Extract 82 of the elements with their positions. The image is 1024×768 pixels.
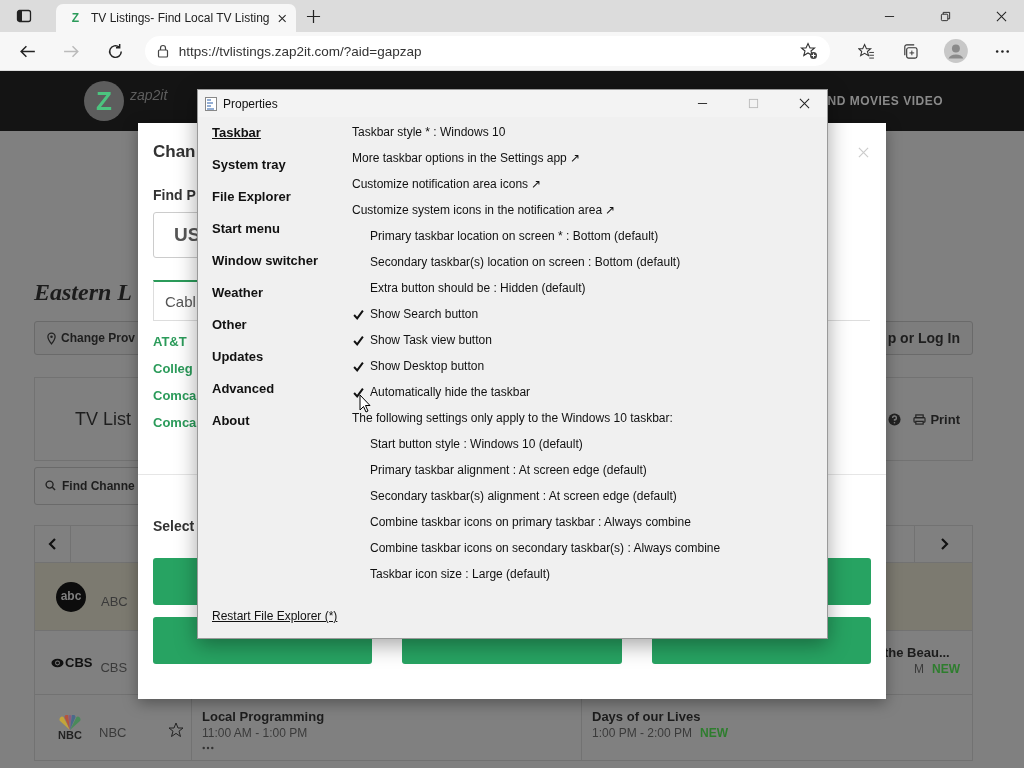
new-tab-icon[interactable]	[306, 8, 321, 24]
program-time: 11:00 AM - 1:00 PM	[202, 726, 308, 740]
star-icon[interactable]	[168, 722, 184, 738]
select-label: Select	[153, 518, 195, 534]
nav-item[interactable]: System tray	[212, 151, 352, 183]
nav-item[interactable]: Window switcher	[212, 247, 352, 279]
printer-icon	[913, 413, 927, 425]
help-icon[interactable]	[888, 412, 902, 426]
program-time: M	[914, 662, 924, 676]
setting-toggle[interactable]: Show Search button	[370, 307, 479, 321]
channel-logo: CBS	[51, 655, 93, 670]
tab-actions-icon[interactable]	[16, 8, 32, 24]
new-label: NEW	[932, 662, 960, 676]
refresh-icon[interactable]	[106, 42, 124, 60]
page-heading: Eastern L	[34, 279, 132, 307]
checkmark-icon[interactable]	[353, 360, 364, 372]
site-name: zap2it	[130, 87, 168, 103]
channel-name: CBS	[100, 660, 128, 675]
address-bar[interactable]: https://tvlistings.zap2it.com/?aid=gapzap	[144, 36, 831, 66]
location-pin-icon	[47, 331, 56, 345]
settings-link[interactable]: Customize system icons in the notification area ↗	[352, 203, 616, 217]
setting-option[interactable]: Combine taskbar icons on primary taskbar : Always combine	[370, 515, 691, 529]
program-time: 1:00 PM - 2:00 PM	[592, 726, 693, 740]
listings-title: TV List	[75, 408, 131, 430]
setting-option[interactable]: Secondary taskbar(s) alignment : At screen edge (default)	[370, 489, 677, 503]
close-icon[interactable]	[277, 13, 286, 23]
provider-link[interactable]: Colleg	[153, 361, 193, 377]
chevron-left-icon	[47, 537, 58, 551]
channel-name: NBC	[99, 725, 127, 740]
favicon: Z	[70, 10, 81, 26]
channel-name: ABC	[101, 594, 128, 609]
browser-tab[interactable]: Z TV Listings- Find Local TV Listing	[56, 4, 296, 32]
checkmark-icon[interactable]	[353, 386, 364, 398]
app-icon	[205, 96, 217, 111]
setting-option[interactable]: Primary taskbar location on screen * : Bottom (default)	[370, 229, 659, 243]
more-icon[interactable]	[202, 746, 214, 750]
nav-item[interactable]: Advanced	[212, 375, 352, 407]
nav-links[interactable]: ND MOVIES VIDEO	[827, 94, 943, 108]
settings-link[interactable]: More taskbar options in the Settings app ↗	[352, 151, 581, 165]
new-label: NEW	[700, 726, 729, 740]
nav-item[interactable]: File Explorer	[212, 183, 352, 215]
mouse-cursor-icon	[359, 394, 371, 413]
setting-option[interactable]: Extra button should be : Hidden (default)	[370, 281, 586, 295]
setting-toggle[interactable]: Show Task view button	[370, 333, 492, 347]
program-title[interactable]: Local Programming	[202, 709, 571, 724]
checkmark-icon[interactable]	[353, 334, 364, 346]
close-icon[interactable]	[799, 98, 810, 109]
setting-toggle[interactable]: Show Desktop button	[370, 359, 485, 373]
setting-option[interactable]: Secondary taskbar(s) location on screen : Bottom (default)	[370, 255, 681, 269]
nav-item[interactable]: Taskbar	[212, 119, 352, 151]
nav-item[interactable]: About	[212, 407, 352, 439]
chevron-right-icon	[938, 537, 949, 551]
favorites-icon[interactable]	[858, 42, 876, 60]
profile-avatar-icon[interactable]	[944, 39, 969, 63]
provider-link[interactable]: Comca	[153, 388, 197, 404]
restore-icon[interactable]	[940, 10, 951, 22]
search-icon	[45, 480, 56, 491]
nav-item[interactable]: Weather	[212, 279, 352, 311]
print-button[interactable]: Print	[913, 411, 960, 427]
provider-link[interactable]: AT&T	[153, 334, 187, 350]
add-favorite-icon[interactable]	[800, 42, 819, 60]
window-title: Properties	[223, 96, 278, 111]
channel-logo: abc	[56, 581, 86, 612]
collections-icon[interactable]	[902, 42, 920, 60]
setting-text: Taskbar style * : Windows 10	[352, 125, 506, 139]
provider-link[interactable]: Comca	[153, 415, 197, 431]
setting-text: The following settings only apply to the Windows 10 taskbar:	[352, 411, 673, 425]
nav-item[interactable]: Start menu	[212, 215, 352, 247]
setting-option[interactable]: Combine taskbar icons on secondary taskbar(s) : Always combine	[370, 541, 721, 555]
checkmark-icon[interactable]	[353, 308, 364, 320]
program-title[interactable]: Days of our Lives	[592, 709, 962, 724]
setting-toggle[interactable]: Automatically hide the taskbar	[370, 385, 531, 399]
close-icon[interactable]	[996, 10, 1007, 22]
setting-option[interactable]: Primary taskbar alignment : At screen edge (default)	[370, 463, 647, 477]
find-label: Find P	[153, 187, 196, 203]
setting-option[interactable]: Start button style : Windows 10 (default)	[370, 437, 583, 451]
channel-logo: NBC	[56, 714, 84, 741]
settings-link[interactable]: Customize notification area icons ↗	[352, 177, 542, 191]
lock-icon	[156, 44, 169, 58]
modal-title: Chan	[153, 142, 196, 162]
restart-link[interactable]: Restart File Explorer (*)	[212, 609, 338, 623]
setting-option[interactable]: Taskbar icon size : Large (default)	[370, 567, 551, 581]
